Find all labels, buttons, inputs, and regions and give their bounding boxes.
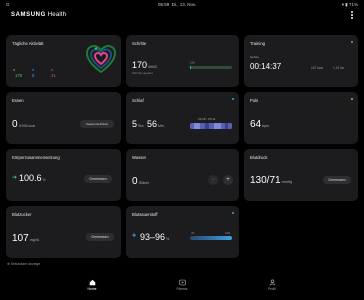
food-value: 0/1935 kcal [12, 119, 35, 130]
card-title: Essen [12, 98, 24, 103]
status-dot [231, 98, 234, 101]
card-sleep[interactable]: Schlaf 5Std. 56Min. 23:08 - 05:11 [126, 92, 239, 144]
card-title: Blutdruck [250, 155, 268, 160]
training-label: Gehen [250, 55, 260, 59]
water-plus-button[interactable]: + [223, 175, 233, 185]
footer-note[interactable]: ✲ Sekundare Anzeige [7, 262, 40, 266]
card-title: Wasser [132, 155, 147, 160]
water-value: 0Gläser [132, 176, 150, 187]
oxygen-scale-high: 100 [225, 231, 231, 235]
minutes-icon: ● [32, 68, 35, 72]
steps-progress-fill [190, 66, 192, 69]
steps-sub: Schritte gesamt [132, 71, 153, 75]
blood-pressure-measure-button[interactable]: Gemessen [323, 176, 351, 184]
activity-steps: 170 [15, 73, 22, 78]
signal-icon: ▾ ▮ [341, 1, 348, 7]
status-dot [350, 98, 353, 101]
kcal-icon: ● [51, 68, 54, 72]
activity-heart-rings-icon [86, 45, 116, 74]
nav-profile[interactable]: Profil [260, 279, 284, 291]
steps-progress-track [190, 66, 232, 69]
card-steps[interactable]: Schritte 170/6000 Schritte gesamt 1% [126, 35, 239, 87]
steps-percent: 1% [190, 61, 195, 65]
nav-label: Profil [268, 287, 276, 291]
blood-sugar-value: 107mg/dL [12, 233, 40, 244]
card-blood-oxygen[interactable]: Blutsauerstoff ✚ 93–96% 70 100 [126, 206, 239, 258]
card-food[interactable]: Essen 0/1935 kcal Gekennzeichnet [6, 92, 121, 144]
card-blood-sugar[interactable]: Blutzucker 107mg/dL Gemessen [6, 206, 121, 258]
fitness-icon [178, 279, 186, 286]
trend-arrow-icon: ➜ [12, 175, 18, 181]
status-clock: 05:59 Di., 13. Nov. [158, 1, 197, 7]
status-dot [350, 41, 353, 44]
steps-value: 170/6000 [132, 60, 158, 70]
status-dot [231, 212, 234, 215]
status-left: G [6, 1, 10, 7]
card-title: Körperzusammensetzung [12, 155, 60, 160]
card-blood-pressure[interactable]: Blutdruck 130/71mmHg Gemessen [244, 149, 358, 201]
water-minus-button[interactable]: − [208, 175, 218, 185]
oxygen-range-bar [190, 236, 232, 240]
body-value: 100.6% [19, 173, 46, 183]
status-battery: ▾ ▮ 71% [341, 1, 358, 7]
steps-icon: ● [13, 68, 16, 72]
card-title: Puls [250, 98, 259, 103]
training-distance: 1,19 km [333, 66, 345, 70]
sleep-stages-bar [190, 123, 232, 129]
nav-home[interactable]: Home [80, 279, 104, 291]
card-pulse[interactable]: Puls 64bpm [244, 92, 358, 144]
activity-minutes: 9 [32, 73, 35, 78]
card-daily-activity[interactable]: Tägliche Aktivität ● ● ● 170 9 41 [6, 35, 121, 87]
activity-kcal: 41 [51, 73, 56, 78]
card-title: Blutzucker [12, 212, 32, 217]
home-icon [89, 279, 95, 286]
card-title: Training [250, 41, 265, 46]
sleep-range: 23:08 - 05:11 [198, 117, 216, 121]
nav-label: Home [87, 287, 97, 291]
training-time: 00:14:37 [250, 62, 282, 71]
profile-icon [269, 279, 275, 286]
blood-pressure-value: 130/71mmHg [250, 175, 293, 186]
card-training[interactable]: Training Gehen 00:14:37 157 kcal 1,19 km [244, 35, 358, 87]
app-title: SAMSUNG Health [11, 12, 67, 18]
nav-fitness[interactable]: Fitness [170, 279, 194, 291]
pulse-value: 64bpm [250, 119, 270, 130]
card-title: Schlaf [132, 98, 144, 103]
card-water[interactable]: Wasser 0Gläser − + [126, 149, 239, 201]
training-kcal: 157 kcal [311, 66, 323, 70]
oxygen-value: 93–96% [140, 232, 170, 242]
blood-sugar-measure-button[interactable]: Gemessen [86, 233, 114, 241]
sleep-value: 5Std. 56Min. [132, 119, 165, 129]
more-options-icon[interactable] [350, 10, 354, 20]
body-measure-button[interactable]: Gemessen [84, 175, 112, 183]
oxygen-scale-low: 70 [191, 231, 195, 235]
status-bar: G 05:59 Di., 13. Nov. ▾ ▮ 71% [0, 0, 364, 8]
drop-icon: ✚ [132, 233, 137, 239]
card-title: Schritte [132, 41, 147, 46]
card-body-composition[interactable]: Körperzusammensetzung ➜ 100.6% Gemessen [6, 149, 121, 201]
food-record-button[interactable]: Gekennzeichnet [80, 120, 114, 128]
card-title: Blutsauerstoff [132, 212, 158, 217]
gear-icon: ✲ [7, 262, 10, 266]
card-title: Tägliche Aktivität [12, 41, 44, 46]
nav-label: Fitness [176, 287, 188, 291]
